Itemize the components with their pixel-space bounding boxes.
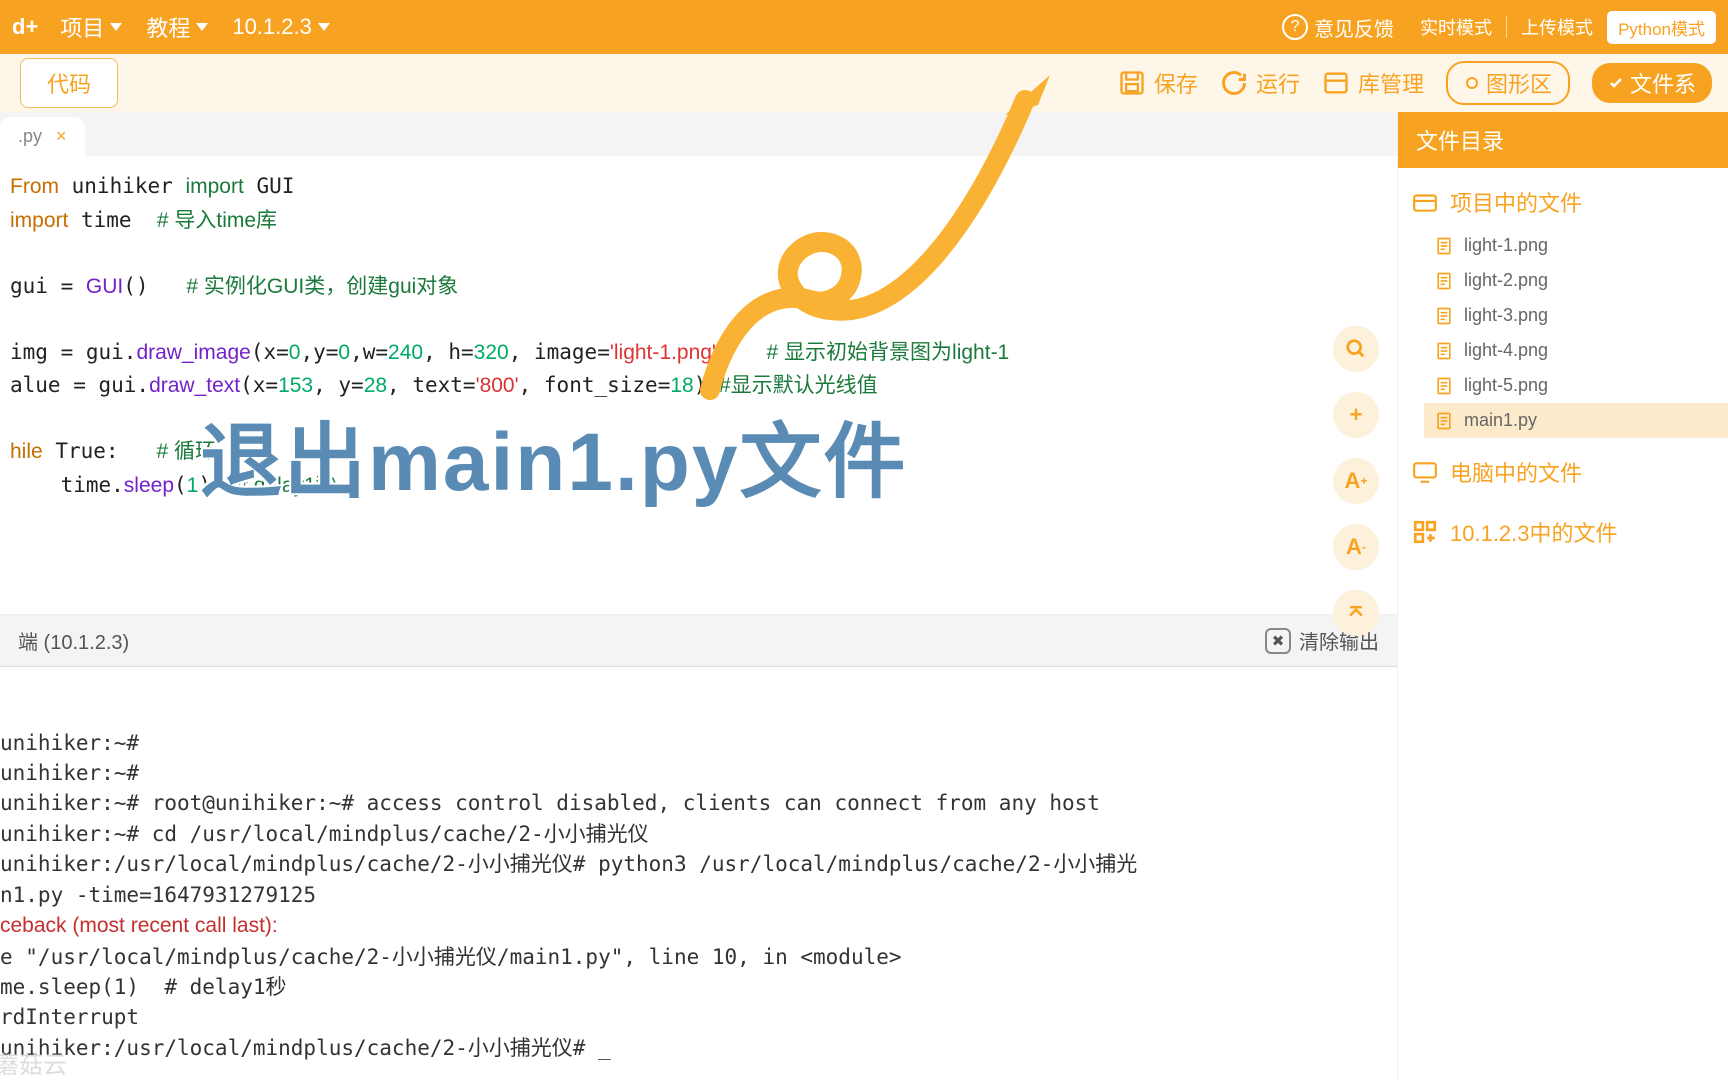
menu-project[interactable]: 项目 <box>60 11 122 43</box>
grid-plus-icon <box>1412 519 1438 545</box>
divider <box>1506 16 1507 38</box>
file-icon <box>1434 341 1454 361</box>
watermark: 蘑菇云 <box>0 1045 67 1080</box>
mode-upload[interactable]: 上传模式 <box>1521 14 1593 40</box>
file-icon <box>1434 411 1454 431</box>
collapse-tool[interactable] <box>1333 590 1379 636</box>
editor-side-tools: + A+ A- <box>1333 326 1379 636</box>
menu-version[interactable]: 10.1.2.3 <box>232 14 330 40</box>
code-editor[interactable]: From unihiker import GUI import time # 导… <box>0 156 1397 615</box>
terminal-title: 端 (10.1.2.3) <box>18 626 129 655</box>
file-icon <box>1434 271 1454 291</box>
mode-python-badge[interactable]: Python模式 <box>1607 11 1716 44</box>
top-menu-bar: d+ 项目 教程 10.1.2.3 ? 意见反馈 实时模式 上传模式 Pytho… <box>0 0 1728 54</box>
file-item[interactable]: light-5.png <box>1424 368 1728 403</box>
file-list: light-1.pnglight-2.pnglight-3.pnglight-4… <box>1398 228 1728 438</box>
sidebar-title: 文件目录 <box>1398 112 1728 168</box>
terminal-output[interactable]: unihiker:~# unihiker:~# unihiker:~# root… <box>0 667 1397 1080</box>
file-icon <box>1434 236 1454 256</box>
code-button[interactable]: 代码 <box>20 58 118 108</box>
clear-icon: ✖ <box>1265 628 1291 654</box>
app-logo: d+ <box>12 14 38 40</box>
file-item[interactable]: light-1.png <box>1424 228 1728 263</box>
annotation-text: 退出main1.py文件 <box>200 395 907 514</box>
lib-manager-button[interactable]: 库管理 <box>1322 67 1424 99</box>
save-button[interactable]: 保存 <box>1118 67 1198 99</box>
library-icon <box>1322 69 1350 97</box>
font-increase[interactable]: A+ <box>1333 458 1379 504</box>
chevron-down-icon <box>318 23 330 31</box>
font-decrease[interactable]: A- <box>1333 524 1379 570</box>
terminal-header: 端 (10.1.2.3) ✖ 清除输出 <box>0 615 1397 667</box>
graphics-toggle[interactable]: 图形区 <box>1446 61 1570 105</box>
section-device-files[interactable]: 10.1.2.3中的文件 <box>1398 498 1728 558</box>
search-icon <box>1345 338 1367 360</box>
file-item[interactable]: light-3.png <box>1424 298 1728 333</box>
monitor-icon <box>1412 459 1438 485</box>
help-icon: ? <box>1282 14 1308 40</box>
mode-realtime[interactable]: 实时模式 <box>1420 14 1492 40</box>
folder-icon <box>1412 189 1438 215</box>
add-tool[interactable]: + <box>1333 392 1379 438</box>
run-icon <box>1220 69 1248 97</box>
tab-close-icon[interactable]: × <box>56 126 67 147</box>
tab-label: .py <box>18 126 42 147</box>
menu-tutorial[interactable]: 教程 <box>146 11 208 43</box>
search-tool[interactable] <box>1333 326 1379 372</box>
section-pc-files[interactable]: 电脑中的文件 <box>1398 438 1728 498</box>
check-icon <box>1608 75 1624 91</box>
file-sidebar: 文件目录 项目中的文件 light-1.pnglight-2.pnglight-… <box>1398 112 1728 1080</box>
file-icon <box>1434 306 1454 326</box>
chevron-down-icon <box>196 23 208 31</box>
files-toggle[interactable]: 文件系 <box>1592 63 1712 103</box>
main-toolbar: 代码 保存 运行 库管理 图形区 文件系 <box>0 54 1728 112</box>
editor-tab[interactable]: .py × <box>0 117 85 156</box>
circle-icon <box>1464 75 1480 91</box>
file-icon <box>1434 376 1454 396</box>
file-item[interactable]: main1.py <box>1424 403 1728 438</box>
chevron-up-icon <box>1346 603 1366 623</box>
run-button[interactable]: 运行 <box>1220 67 1300 99</box>
save-icon <box>1118 69 1146 97</box>
feedback-link[interactable]: ? 意见反馈 <box>1282 13 1394 42</box>
editor-tab-bar: .py × <box>0 112 1397 156</box>
chevron-down-icon <box>110 23 122 31</box>
section-project-files[interactable]: 项目中的文件 <box>1398 168 1728 228</box>
file-item[interactable]: light-4.png <box>1424 333 1728 368</box>
file-item[interactable]: light-2.png <box>1424 263 1728 298</box>
